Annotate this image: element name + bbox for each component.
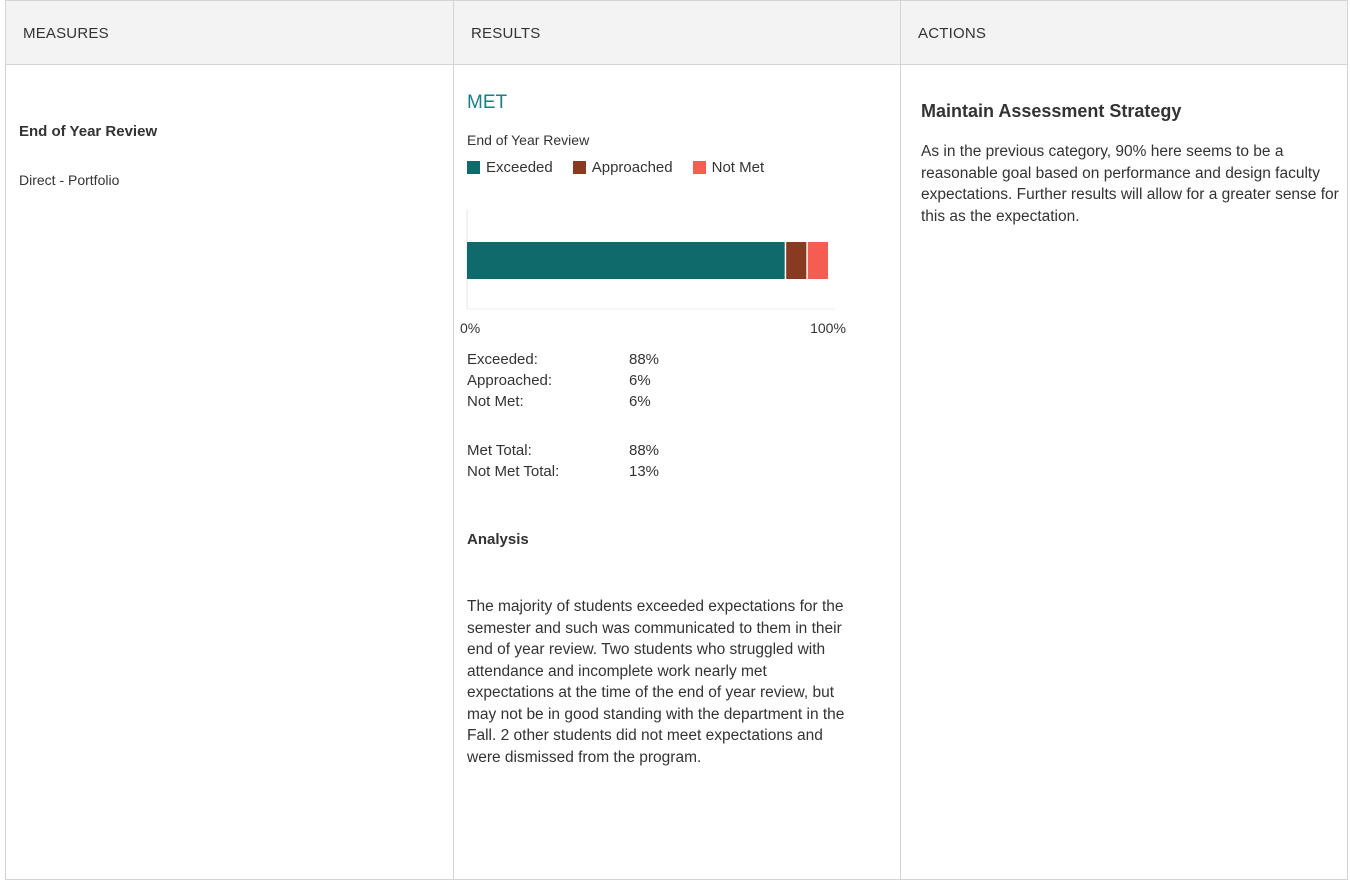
stat-label: Not Met Total: xyxy=(467,463,560,480)
header-results: RESULTS xyxy=(471,25,541,42)
analysis-heading: Analysis xyxy=(467,531,529,548)
bar-segment-exceeded xyxy=(467,242,785,279)
stat-value: 88% xyxy=(629,442,660,459)
chart-legend: Exceeded Approached Not Met xyxy=(467,159,784,176)
measure-type: Direct - Portfolio xyxy=(19,172,120,188)
legend-label-exceeded: Exceeded xyxy=(486,159,553,176)
result-stats: Exceeded: 88% Approached: 6% Not Met: 6%… xyxy=(467,349,659,482)
stat-row-met-total: Met Total: 88% xyxy=(467,440,659,461)
assessment-table: MEASURES RESULTS ACTIONS End of Year Rev… xyxy=(5,0,1348,880)
stat-label: Exceeded: xyxy=(467,351,538,368)
stat-row-not-met-total: Not Met Total: 13% xyxy=(467,461,659,482)
status-label: MET xyxy=(467,92,508,113)
table-row: End of Year Review Direct - Portfolio ME… xyxy=(6,65,1347,879)
header-cell-results: RESULTS xyxy=(453,1,901,64)
stat-row-approached: Approached: 6% xyxy=(467,370,659,391)
stat-value: 6% xyxy=(629,393,651,410)
header-measures: MEASURES xyxy=(23,25,109,42)
legend-label-not-met: Not Met xyxy=(711,159,765,176)
header-actions: ACTIONS xyxy=(918,25,987,42)
legend-item-exceeded: Exceeded xyxy=(467,159,553,176)
action-title: Maintain Assessment Strategy xyxy=(921,101,1182,121)
legend-swatch-not-met xyxy=(692,161,706,174)
table-header: MEASURES RESULTS ACTIONS xyxy=(6,1,1347,65)
stat-value: 13% xyxy=(629,463,660,480)
results-cell: MET End of Year Review Exceeded Approach… xyxy=(453,65,901,879)
legend-item-not-met: Not Met xyxy=(692,159,765,176)
bar-segment-approached xyxy=(786,242,807,279)
actions-cell: Maintain Assessment Strategy As in the p… xyxy=(900,65,1347,879)
measure-title: End of Year Review xyxy=(19,123,158,140)
legend-swatch-exceeded xyxy=(467,161,480,174)
header-cell-measures: MEASURES xyxy=(6,1,453,64)
stat-label: Met Total: xyxy=(467,442,532,459)
legend-swatch-approached xyxy=(572,161,586,174)
stat-label: Not Met: xyxy=(467,393,524,410)
bar-group xyxy=(467,242,828,279)
stat-row-not-met: Not Met: 6% xyxy=(467,391,659,412)
stat-label: Approached: xyxy=(467,372,553,389)
x-tick-max: 100% xyxy=(810,320,846,336)
legend-item-approached: Approached xyxy=(572,159,673,176)
analysis-text: The majority of students exceeded expect… xyxy=(467,598,845,766)
stat-row-exceeded: Exceeded: 88% xyxy=(467,349,659,370)
header-cell-actions: ACTIONS xyxy=(900,1,1347,64)
x-tick-min: 0% xyxy=(460,320,480,336)
stat-value: 6% xyxy=(629,372,651,389)
bar-segment-not-met xyxy=(807,242,828,279)
chart-title: End of Year Review xyxy=(467,132,590,148)
stat-spacer xyxy=(467,412,659,440)
action-text: As in the previous category, 90% here se… xyxy=(921,143,1339,225)
stacked-bar-chart: 0% 100% xyxy=(460,209,846,336)
stat-value: 88% xyxy=(629,351,660,368)
legend-label-approached: Approached xyxy=(591,159,673,176)
measures-cell: End of Year Review Direct - Portfolio xyxy=(6,65,453,879)
